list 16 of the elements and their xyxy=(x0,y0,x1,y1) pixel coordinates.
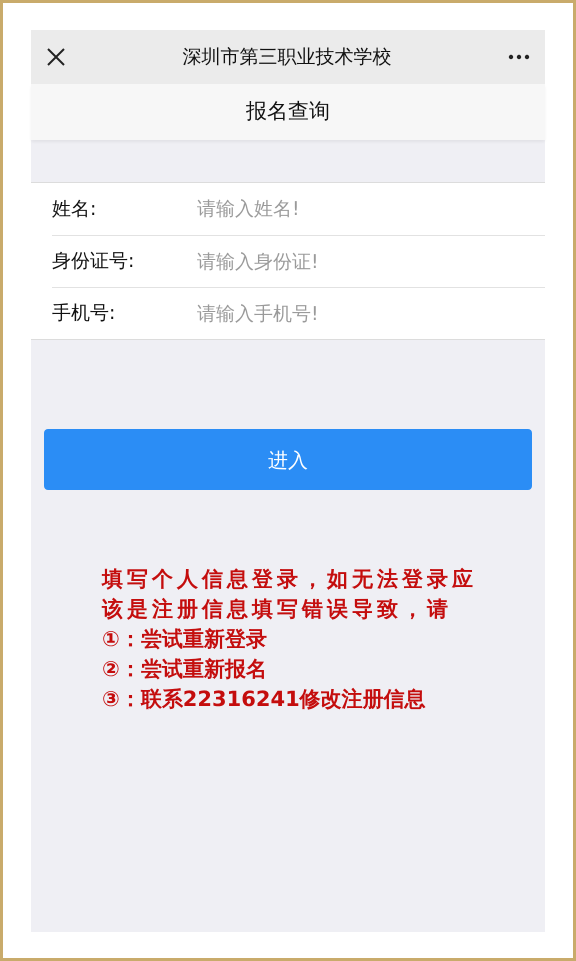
nav-title: 深圳市第三职业技术学校 xyxy=(182,44,392,70)
notice-step: ②：尝试重新报名 xyxy=(102,654,545,684)
field-label: 身份证号: xyxy=(52,249,136,274)
notice-step: ③：联系22316241修改注册信息 xyxy=(102,684,545,714)
notice-step: ①：尝试重新登录 xyxy=(102,624,545,654)
field-label: 手机号: xyxy=(52,301,116,326)
input-field[interactable]: 请输入姓名! xyxy=(197,183,545,235)
close-button[interactable] xyxy=(45,46,67,68)
input-field[interactable]: 请输入手机号! xyxy=(197,288,545,339)
notice-text: 填写个人信息登录，如无法登录应该是注册信息填写错误导致，请 xyxy=(102,566,478,623)
close-icon xyxy=(47,48,65,66)
more-icon xyxy=(508,54,530,60)
field-label: 姓名: xyxy=(52,196,98,222)
submit-button[interactable]: 进入 xyxy=(44,429,532,490)
page-title: 报名查询 xyxy=(246,98,330,126)
input-field[interactable]: 请输入身份证! xyxy=(197,236,545,287)
